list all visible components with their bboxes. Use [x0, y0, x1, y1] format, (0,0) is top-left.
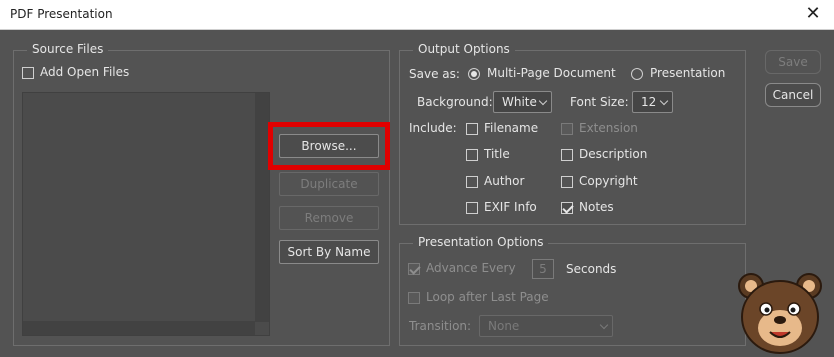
duplicate-button[interactable]: Duplicate [279, 172, 379, 196]
sort-by-name-button[interactable]: Sort By Name [279, 240, 379, 264]
notes-checkbox[interactable] [561, 202, 573, 214]
list-horizontal-scrollbar[interactable] [23, 321, 255, 335]
seconds-label: Seconds [566, 262, 617, 276]
presentation-options-legend: Presentation Options [413, 235, 549, 249]
copyright-label: Copyright [579, 174, 638, 188]
advance-every-label: Advance Every [426, 261, 516, 275]
filename-label: Filename [484, 121, 539, 135]
window-title: PDF Presentation [10, 7, 113, 21]
source-files-list[interactable] [22, 92, 270, 336]
presentation-label: Presentation [650, 66, 726, 80]
chevron-down-icon [599, 320, 609, 330]
remove-button[interactable]: Remove [279, 206, 379, 230]
multi-page-document-label: Multi-Page Document [487, 66, 616, 80]
seconds-input[interactable]: 5 [532, 259, 554, 279]
transition-label: Transition: [409, 319, 472, 333]
exif-info-label: EXIF Info [484, 200, 537, 214]
list-vertical-scrollbar[interactable] [255, 93, 269, 322]
save-button[interactable]: Save [765, 50, 821, 74]
chevron-down-icon [538, 96, 548, 106]
add-open-files-label: Add Open Files [40, 65, 130, 79]
background-value: White [502, 95, 537, 109]
title-label: Title [484, 147, 510, 161]
chevron-down-icon [659, 96, 669, 106]
loop-after-last-page-checkbox[interactable] [408, 292, 420, 304]
description-label: Description [579, 147, 648, 161]
dialog-body: Source Files Add Open Files Browse... Du… [0, 30, 834, 357]
cancel-button[interactable]: Cancel [765, 83, 821, 107]
description-checkbox[interactable] [561, 149, 573, 161]
save-as-label: Save as: [409, 67, 460, 81]
extension-checkbox[interactable] [561, 123, 573, 135]
title-bar: PDF Presentation ✕ [0, 0, 834, 30]
author-label: Author [484, 174, 525, 188]
notes-label: Notes [579, 200, 614, 214]
background-label: Background: [417, 95, 493, 109]
radio-presentation[interactable] [631, 68, 643, 80]
background-select[interactable]: White [493, 91, 552, 113]
font-size-label: Font Size: [570, 95, 629, 109]
font-size-select[interactable]: 12 [632, 91, 673, 113]
bear-mascot-icon [738, 273, 822, 354]
close-icon[interactable]: ✕ [802, 3, 824, 25]
copyright-checkbox[interactable] [561, 176, 573, 188]
browse-highlight-annotation [268, 122, 390, 170]
author-checkbox[interactable] [466, 176, 478, 188]
advance-every-checkbox[interactable] [408, 263, 420, 275]
extension-label: Extension [579, 121, 638, 135]
add-open-files-checkbox[interactable] [22, 67, 34, 79]
font-size-value: 12 [641, 95, 657, 109]
loop-after-last-page-label: Loop after Last Page [426, 290, 549, 304]
transition-select[interactable]: None [479, 315, 613, 337]
output-options-legend: Output Options [413, 42, 515, 56]
radio-multi-page-document[interactable] [468, 68, 480, 80]
source-files-legend: Source Files [27, 42, 109, 56]
filename-checkbox[interactable] [466, 123, 478, 135]
transition-value: None [488, 319, 520, 333]
include-label: Include: [409, 121, 457, 135]
title-checkbox[interactable] [466, 149, 478, 161]
exif-info-checkbox[interactable] [466, 202, 478, 214]
